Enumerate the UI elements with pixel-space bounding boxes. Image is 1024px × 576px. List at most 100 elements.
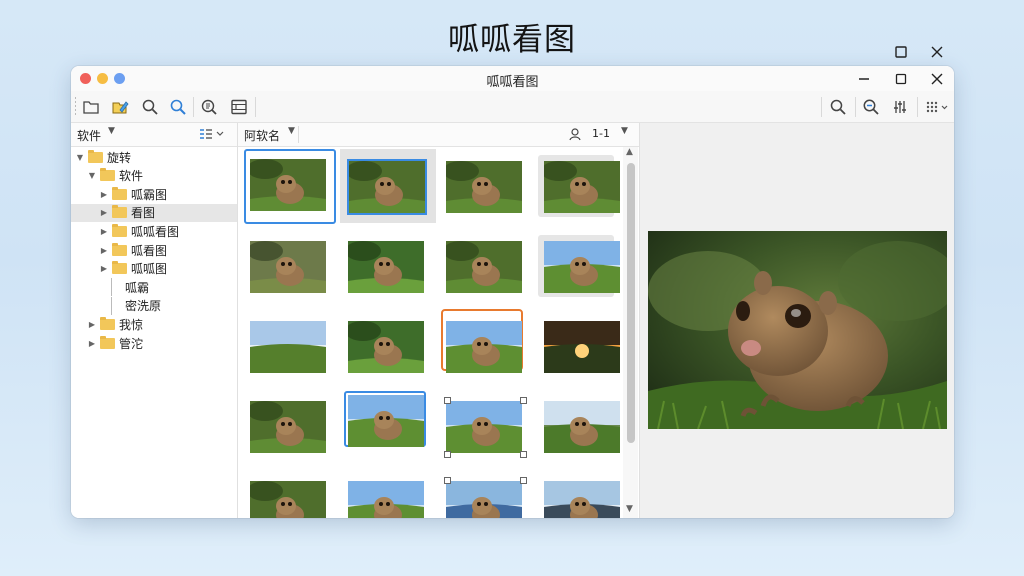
tree-item[interactable]: ▶ 我惊 [71,315,237,333]
edit-icon [112,101,129,114]
folder-icon [83,101,99,114]
tree-item[interactable]: 密洗原 [71,296,237,315]
tree-item[interactable]: 呱霸 [71,278,237,297]
search-button[interactable] [139,96,161,118]
film-icon [231,99,247,115]
find-button[interactable] [167,96,189,118]
tree-options-button[interactable] [199,127,225,144]
thumbnail[interactable] [438,149,534,227]
resize-handle[interactable] [520,397,527,404]
expanded-arrow-icon[interactable]: ▼ [75,153,85,162]
thumbnail-panel: 阿软名 ▼ 1-1 ▼ ▲ ▼ [238,123,640,518]
tree-item[interactable]: ▶ 呱看图 [71,241,237,259]
tree-item[interactable]: ▶ 呱霸图 [71,185,237,203]
thumbnail[interactable] [242,149,338,227]
thumbnail[interactable] [438,389,534,467]
minus-icon [859,78,869,80]
tree-item[interactable]: ▶ 管沱 [71,334,237,352]
tree-item-label: 软件 [119,169,144,184]
thumbnail[interactable] [340,149,436,227]
thumbnail[interactable] [536,469,623,518]
thumbnail-image [250,241,326,293]
tree-item[interactable]: ▶ 呱呱看图 [71,222,237,240]
tree-item-label: 呱呱图 [131,262,168,277]
zoom-document-button[interactable] [198,96,220,118]
chevron-down-icon[interactable]: ▼ [108,126,115,136]
thumbnail-image [250,401,326,453]
outer-close-button[interactable] [928,43,946,61]
thumbnail[interactable] [242,389,338,467]
thumbnail[interactable] [536,309,623,387]
resize-handle[interactable] [520,451,527,458]
vertical-scrollbar[interactable]: ▲ ▼ [623,147,638,518]
open-folder-button[interactable] [80,96,102,118]
collapsed-arrow-icon[interactable]: ▶ [87,339,97,348]
thumbnail-image [250,321,326,373]
thumbnail[interactable] [340,469,436,518]
tree-item-label: 旋转 [107,150,132,165]
tree-line-icon [111,278,122,297]
chevron-down-icon[interactable]: ▼ [288,126,295,136]
resize-handle[interactable] [520,477,527,484]
tree-item-label: 呱看图 [131,243,168,258]
filmstrip-button[interactable] [228,96,250,118]
toolbar-grip[interactable] [75,97,76,117]
view-menu-button[interactable] [924,96,950,118]
thumbnail[interactable] [340,389,436,467]
tree-item[interactable]: ▼ 旋转 [71,148,237,166]
expanded-arrow-icon[interactable]: ▼ [87,171,97,180]
sort-order-label[interactable]: 1-1 [592,127,610,140]
thumbnail[interactable] [340,229,436,307]
tree-item-label: 管沱 [119,336,144,351]
resize-handle[interactable] [444,477,451,484]
folder-panel-title[interactable]: 软件 [77,127,101,144]
outer-maximize-button[interactable] [892,43,910,61]
close-icon [931,73,943,85]
thumbnail[interactable] [340,309,436,387]
adjust-button[interactable] [889,96,911,118]
collapsed-arrow-icon[interactable]: ▶ [99,208,109,217]
title-bar: 呱呱看图 [71,66,954,91]
scroll-up-arrow[interactable]: ▲ [626,147,633,157]
thumbnail[interactable] [536,229,623,307]
close-button[interactable] [926,69,948,89]
collapsed-arrow-icon[interactable]: ▶ [99,264,109,273]
folder-icon [112,205,127,219]
resize-handle[interactable] [444,397,451,404]
thumbnail[interactable] [242,309,338,387]
zoom-button[interactable] [860,96,882,118]
resize-handle[interactable] [444,451,451,458]
thumbnail[interactable] [438,309,534,387]
collapsed-arrow-icon[interactable]: ▶ [99,190,109,199]
tree-item[interactable]: ▼ 软件 [71,167,237,185]
collapsed-arrow-icon[interactable]: ▶ [99,227,109,236]
thumbnail-image [544,241,620,293]
scroll-down-arrow[interactable]: ▼ [626,504,633,514]
collapsed-arrow-icon[interactable]: ▶ [99,246,109,255]
sort-user-button[interactable] [568,127,582,144]
magnify-button[interactable] [827,96,849,118]
preview-image[interactable] [648,231,947,429]
scrollbar-thumb[interactable] [627,163,635,443]
gallery-title[interactable]: 阿软名 [244,127,280,144]
thumbnail[interactable] [438,229,534,307]
tree-item[interactable]: ▶ 看图 [71,203,237,222]
search-icon [142,99,158,115]
thumbnail[interactable] [242,229,338,307]
tree-item-label: 呱霸图 [131,187,168,202]
thumbnail[interactable] [242,469,338,518]
collapsed-arrow-icon[interactable]: ▶ [87,320,97,329]
thumbnail[interactable] [536,149,623,227]
tree-item[interactable]: ▶ 呱呱图 [71,260,237,278]
folder-icon [100,316,115,330]
magnifier-icon [830,99,846,115]
minimize-button[interactable] [853,69,875,89]
thumbnail-image [446,241,522,293]
thumbnail[interactable] [536,389,623,467]
thumbnail[interactable] [438,469,534,518]
chevron-down-icon[interactable]: ▼ [621,126,628,136]
edit-button[interactable] [109,96,131,118]
folder-icon [88,149,103,163]
toolbar [71,91,954,123]
maximize-button[interactable] [890,69,912,89]
